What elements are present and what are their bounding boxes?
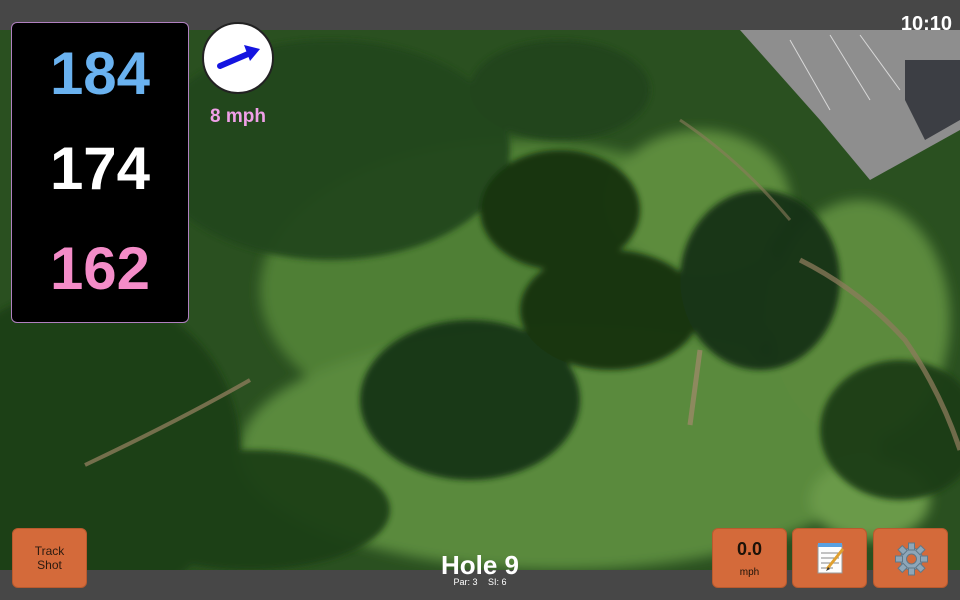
hole-par: Par: 3	[453, 577, 478, 587]
track-shot-label: Track Shot	[34, 544, 65, 572]
speed-value: 0.0	[736, 539, 763, 559]
clock: 10:10	[900, 13, 952, 35]
front-yardage: 162	[49, 235, 151, 302]
hole-stroke-index: SI: 6	[488, 577, 507, 587]
speed-button[interactable]: 0.0 mph	[712, 528, 787, 588]
wind-direction-indicator	[202, 22, 274, 94]
hole-info: Par: 3 SI: 6	[380, 577, 580, 587]
wind-speed-label: 8 mph	[210, 106, 266, 127]
track-shot-button[interactable]: Track Shot	[12, 528, 87, 588]
gear-icon	[895, 542, 928, 576]
settings-button[interactable]	[873, 528, 948, 588]
notepad-icon	[817, 543, 845, 574]
arrow-icon	[217, 45, 260, 69]
yardage-panel: 184 174 162	[11, 22, 189, 323]
middle-yardage: 174	[49, 135, 151, 202]
back-yardage: 184	[49, 40, 151, 107]
scorecard-notes-button[interactable]	[792, 528, 867, 588]
speed-unit: mph	[739, 567, 760, 578]
